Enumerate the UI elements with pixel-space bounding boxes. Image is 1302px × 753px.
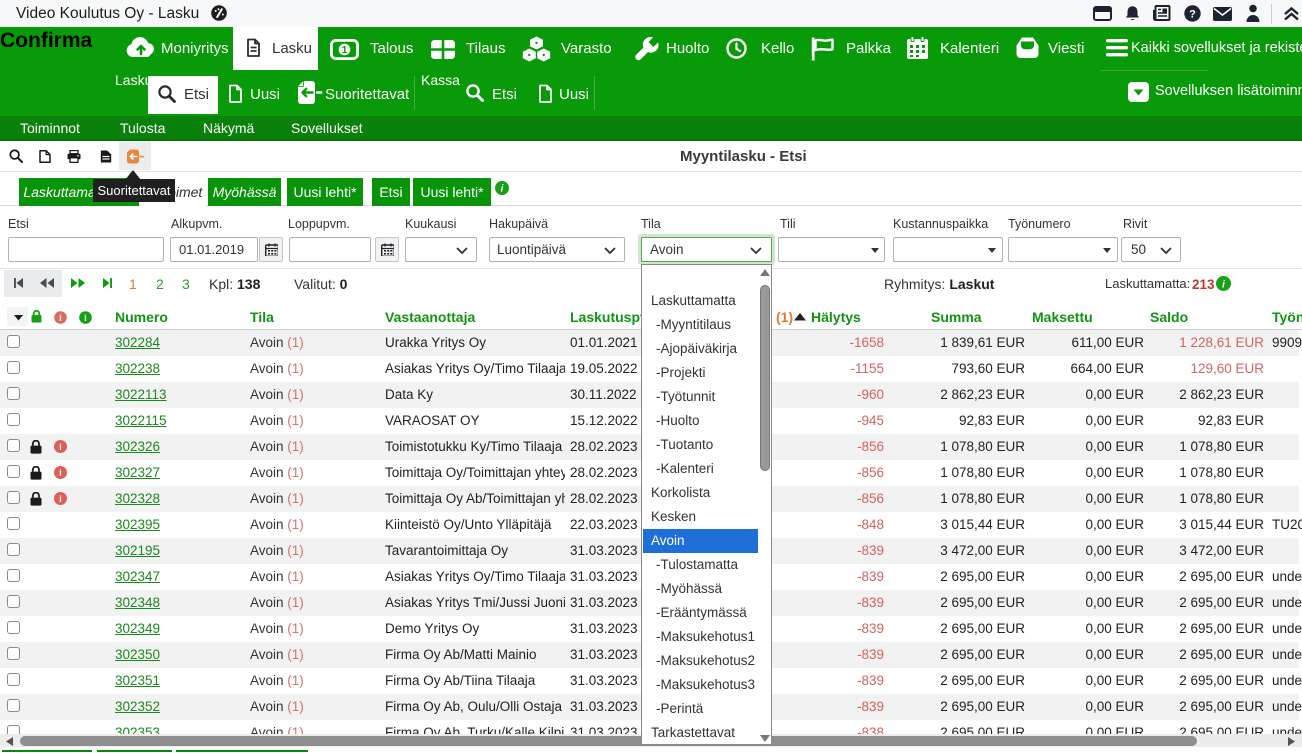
svg-text:i: i [59,442,62,453]
svg-text:i: i [59,468,62,479]
svg-text:1: 1 [342,44,348,56]
svg-text:i: i [59,313,62,324]
svg-text:i: i [84,313,87,324]
svg-text:i: i [59,494,62,505]
svg-text:i: i [501,184,504,195]
svg-text:?: ? [1189,8,1196,20]
